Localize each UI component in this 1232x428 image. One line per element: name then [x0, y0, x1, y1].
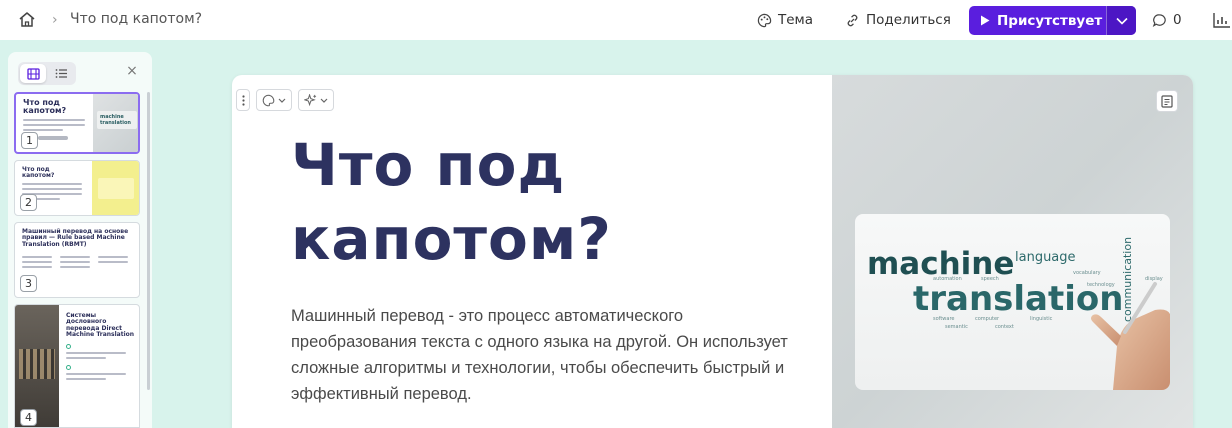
slide-number-badge: 3 — [20, 275, 37, 292]
slide-toolbar — [236, 89, 334, 111]
slide-thumbnail-2[interactable]: Что под капотом? 2 — [14, 160, 140, 216]
svg-text:linguistic: linguistic — [1030, 316, 1053, 322]
ai-edit-button[interactable] — [298, 89, 334, 111]
slide-number-badge: 1 — [21, 132, 38, 149]
comments-button[interactable]: 0 — [1152, 9, 1182, 31]
theme-button[interactable]: Тема — [757, 9, 813, 31]
comment-icon — [1152, 13, 1166, 27]
svg-text:computer: computer — [975, 316, 1000, 322]
svg-text:display: display — [1145, 276, 1163, 282]
breadcrumb-title[interactable]: Что под капотом? — [70, 11, 202, 27]
speaker-notes-button[interactable] — [1156, 90, 1178, 112]
palette-icon — [262, 94, 275, 106]
share-label: Поделиться — [866, 12, 951, 28]
machine-translation-word-cloud: machine language translation communicati… — [867, 237, 1170, 390]
share-button[interactable]: Поделиться — [845, 9, 951, 31]
slide-number-badge: 2 — [20, 194, 37, 211]
svg-text:vocabulary: vocabulary — [1073, 270, 1101, 276]
svg-text:software: software — [933, 316, 954, 322]
chevron-down-icon — [278, 98, 286, 103]
palette-icon — [757, 13, 772, 27]
slide-image[interactable]: machine language translation communicati… — [855, 214, 1170, 390]
chevron-down-icon — [320, 98, 328, 103]
list-icon — [55, 69, 67, 78]
play-icon — [981, 15, 990, 26]
svg-text:technology: technology — [1087, 282, 1115, 288]
top-bar: › Что под капотом? Тема Поделиться Прису… — [0, 0, 1232, 40]
analytics-icon[interactable] — [1212, 11, 1232, 29]
svg-text:language: language — [1015, 250, 1076, 265]
slide-thumbnail-3[interactable]: Машинный перевод на основе правил — Rule… — [14, 222, 140, 298]
thumbnail-title: Что под капотом? — [22, 166, 55, 180]
svg-text:speech: speech — [981, 276, 999, 282]
svg-text:automation: automation — [933, 276, 962, 282]
slide-thumbnail-4[interactable]: Системы дословного перевода Direct Machi… — [14, 304, 140, 428]
present-options-button[interactable] — [1106, 6, 1136, 35]
chevron-down-icon — [1115, 17, 1128, 25]
svg-text:context: context — [995, 324, 1014, 330]
link-icon — [847, 14, 858, 26]
svg-text:semantic: semantic — [945, 324, 968, 330]
slide-thumbnail-1[interactable]: Что под капотом? machine translation 1 — [14, 92, 140, 154]
slide-number-badge: 4 — [20, 409, 37, 426]
present-label: Присутствует — [997, 12, 1103, 29]
slide-body-text[interactable]: Машинный перевод - это процесс автоматич… — [291, 303, 791, 407]
present-button-group: Присутствует — [969, 6, 1136, 35]
thumbnail-title: Системы дословного перевода Direct Machi… — [66, 312, 135, 338]
thumbnail-title: Что под капотом? — [23, 98, 67, 116]
sparkle-icon — [304, 93, 317, 106]
grid-view-button[interactable] — [20, 64, 46, 83]
sidebar-scrollbar[interactable] — [147, 92, 150, 390]
slide-title[interactable]: Что под капотом? — [291, 128, 811, 276]
view-toggle — [18, 62, 76, 85]
notes-icon — [1161, 94, 1173, 108]
theme-label: Тема — [778, 12, 814, 28]
home-icon[interactable] — [18, 11, 36, 29]
present-button[interactable]: Присутствует — [969, 6, 1106, 35]
comments-count: 0 — [1173, 12, 1182, 28]
svg-text:communication: communication — [1121, 237, 1134, 322]
chevron-right-icon: › — [52, 12, 58, 28]
card-style-button[interactable] — [256, 89, 292, 111]
drag-handle-icon[interactable] — [236, 89, 250, 111]
thumbnail-title: Машинный перевод на основе правил — Rule… — [22, 228, 129, 248]
close-icon[interactable]: × — [125, 64, 139, 78]
list-view-button[interactable] — [48, 64, 74, 83]
film-strip-icon — [26, 67, 40, 80]
